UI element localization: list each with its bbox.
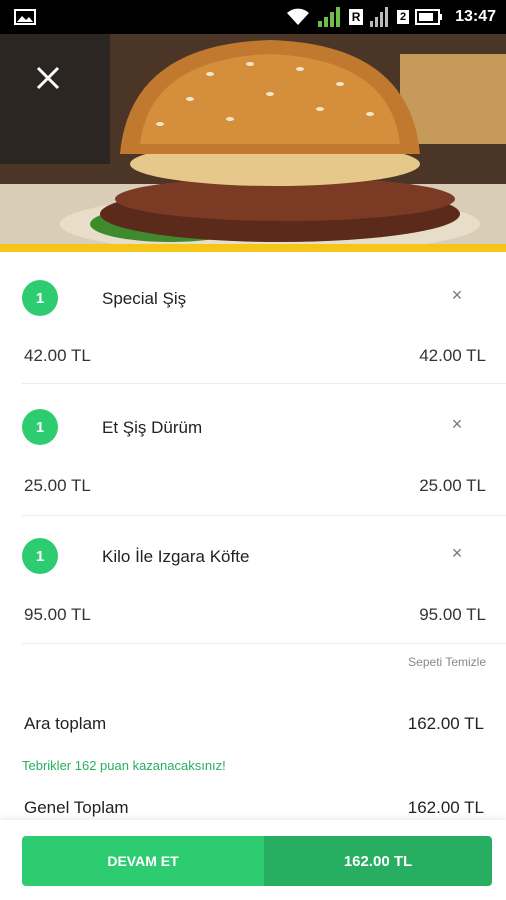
battery-icon bbox=[415, 9, 443, 25]
sim2-badge: 2 bbox=[397, 10, 410, 24]
checkout-amount[interactable]: 162.00 TL bbox=[264, 836, 492, 886]
item-name: Et Şiş Dürüm bbox=[102, 418, 203, 437]
grand-total-label: Genel Toplam bbox=[24, 798, 129, 817]
status-bar: R 2 13:47 bbox=[0, 0, 506, 34]
subtotal-label: Ara toplam bbox=[24, 714, 107, 733]
signal-icon-secondary bbox=[370, 7, 389, 27]
item-unit-price: 25.00 TL bbox=[24, 476, 91, 495]
cart-item: 1 Special Şiş × 42.00 TL 42.00 TL bbox=[0, 252, 506, 384]
quantity-badge[interactable]: 1 bbox=[22, 409, 58, 445]
burger-illustration bbox=[0, 34, 506, 246]
cart-item: 1 Kilo İle Izgara Köfte × 95.00 TL 95.00… bbox=[0, 516, 506, 644]
quantity-badge[interactable]: 1 bbox=[22, 538, 58, 574]
cart-item: 1 Et Şiş Dürüm × 25.00 TL 25.00 TL bbox=[0, 384, 506, 516]
clear-cart-link[interactable]: Sepeti Temizle bbox=[408, 655, 486, 669]
item-total-price: 95.00 TL bbox=[419, 605, 486, 624]
item-unit-price: 95.00 TL bbox=[24, 605, 91, 624]
remove-item-icon[interactable]: × bbox=[448, 415, 466, 433]
subtotal-value: 162.00 TL bbox=[407, 714, 484, 733]
divider bbox=[22, 643, 506, 644]
wifi-icon bbox=[287, 8, 310, 25]
image-icon bbox=[14, 9, 36, 25]
hero-accent-bar bbox=[0, 244, 506, 252]
signal-icon bbox=[318, 7, 341, 27]
remove-item-icon[interactable]: × bbox=[448, 544, 466, 562]
hero-image bbox=[0, 34, 506, 246]
item-total-price: 42.00 TL bbox=[419, 346, 486, 365]
sim1-badge: R bbox=[349, 9, 364, 25]
item-name: Kilo İle Izgara Köfte bbox=[102, 547, 250, 566]
item-unit-price: 42.00 TL bbox=[24, 346, 91, 365]
grand-total-value: 162.00 TL bbox=[407, 798, 484, 817]
remove-item-icon[interactable]: × bbox=[448, 286, 466, 304]
promo-message: Tebrikler 162 puan kazanacaksınız! bbox=[22, 758, 226, 773]
checkout-bar[interactable]: DEVAM ET 162.00 TL bbox=[22, 836, 492, 886]
close-icon[interactable] bbox=[30, 60, 66, 96]
continue-button[interactable]: DEVAM ET bbox=[22, 836, 264, 886]
quantity-badge[interactable]: 1 bbox=[22, 280, 58, 316]
item-name: Special Şiş bbox=[102, 289, 187, 308]
clock: 13:47 bbox=[455, 8, 496, 25]
item-total-price: 25.00 TL bbox=[419, 476, 486, 495]
